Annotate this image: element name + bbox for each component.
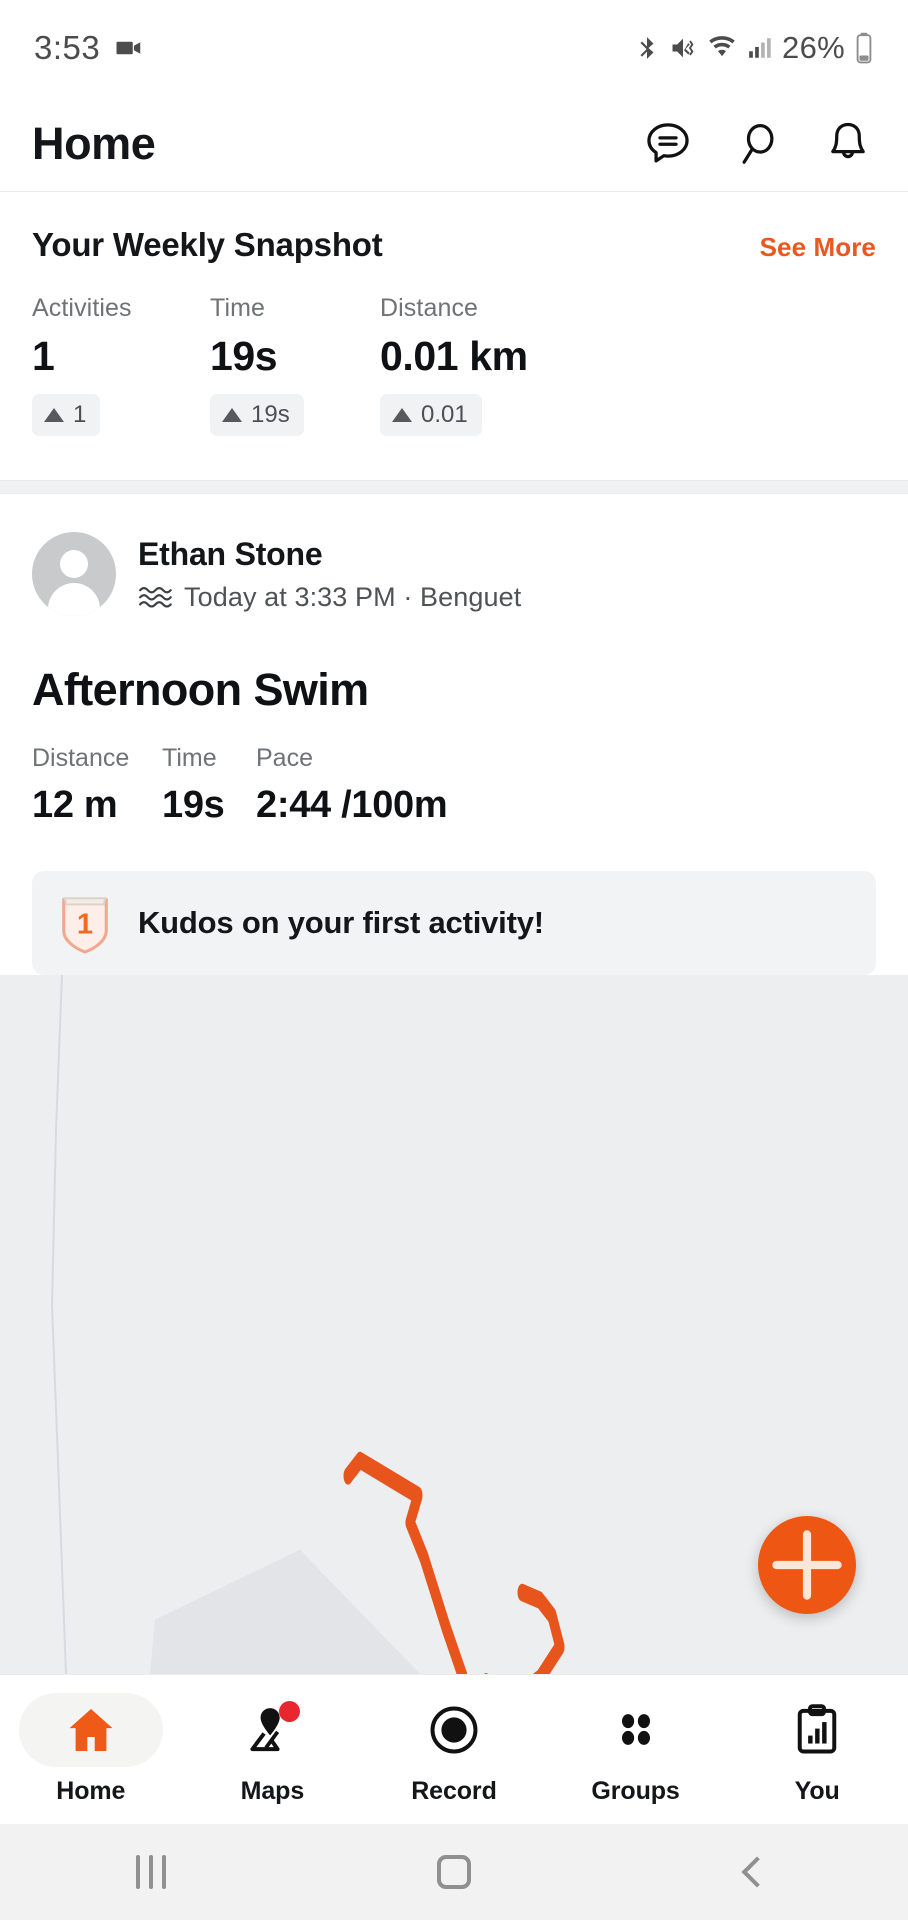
- messages-icon[interactable]: [642, 118, 694, 170]
- mute-vibrate-icon: [669, 33, 697, 63]
- trend-up-icon: [222, 408, 242, 422]
- android-recents-button[interactable]: [0, 1855, 303, 1889]
- page-title: Home: [32, 117, 156, 169]
- android-home-button[interactable]: [303, 1855, 606, 1889]
- record-circle-icon: [430, 1706, 478, 1754]
- snapshot-stat-value: 0.01 km: [380, 333, 528, 379]
- activity-stat-time: Time 19s: [162, 744, 256, 827]
- nav-label-you: You: [794, 1777, 840, 1805]
- home-icon: [69, 1709, 113, 1751]
- video-recording-icon: [114, 33, 144, 63]
- nav-icon-wrap-you: [745, 1693, 889, 1767]
- groups-dots-icon: [621, 1714, 650, 1745]
- activity-title[interactable]: Afternoon Swim: [0, 664, 908, 716]
- snapshot-stat-value: 1: [32, 333, 55, 379]
- trend-up-icon: [44, 408, 64, 422]
- snapshot-stat-delta-badge: 19s: [210, 394, 304, 436]
- android-back-button[interactable]: [605, 1856, 908, 1888]
- battery-icon: [854, 32, 874, 64]
- battery-percent-label: 26%: [782, 30, 845, 65]
- activity-stat-distance: Distance 12 m: [32, 744, 162, 827]
- notifications-bell-icon[interactable]: [822, 118, 874, 170]
- nav-item-home[interactable]: Home: [0, 1693, 182, 1806]
- svg-text:1: 1: [77, 909, 93, 941]
- activity-author-meta: Ethan Stone Today at 3:33 PM · Benguet: [138, 536, 521, 613]
- home-square-icon: [437, 1855, 471, 1889]
- nav-icon-wrap-record: [382, 1693, 526, 1767]
- activity-author[interactable]: Ethan Stone Today at 3:33 PM · Benguet: [0, 532, 908, 616]
- snapshot-stat-distance: Distance 0.01 km 0.01: [380, 294, 640, 436]
- app-screen: 3:53 26% Home Your Weekly Snapshot See M…: [0, 0, 908, 1920]
- nav-item-you[interactable]: You: [726, 1693, 908, 1806]
- snapshot-stat-time: Time 19s 19s: [210, 294, 380, 436]
- app-header-actions: [642, 118, 874, 170]
- snapshot-stat-label: Activities: [32, 294, 132, 322]
- activity-stat-label: Time: [162, 744, 217, 772]
- nav-label-maps: Maps: [240, 1777, 305, 1805]
- wifi-icon: [706, 33, 738, 63]
- activity-time-location: Today at 3:33 PM · Benguet: [184, 581, 522, 612]
- nav-icon-wrap-home: [18, 1693, 163, 1767]
- activity-stats: Distance 12 m Time 19s Pace 2:44 /100m: [0, 744, 908, 827]
- back-chevron-icon: [741, 1856, 773, 1888]
- activity-stat-value: 12 m: [32, 784, 118, 826]
- weekly-snapshot-stats: Activities 1 1 Time 19s 19s Distance 0.0…: [32, 294, 876, 436]
- nav-label-record: Record: [411, 1777, 497, 1805]
- nav-icon-wrap-groups: [564, 1693, 708, 1767]
- avatar-head: [60, 550, 88, 578]
- activity-stat-value: 2:44 /100m: [256, 784, 448, 826]
- app-header: Home: [0, 96, 908, 192]
- activity-author-name[interactable]: Ethan Stone: [138, 536, 521, 573]
- snapshot-stat-value: 19s: [210, 333, 278, 379]
- activity-card[interactable]: Ethan Stone Today at 3:33 PM · Benguet A…: [0, 494, 908, 975]
- activity-stat-label: Pace: [256, 744, 313, 772]
- bluetooth-icon: [634, 33, 660, 63]
- add-activity-fab[interactable]: [758, 1516, 856, 1614]
- status-bar: 3:53 26%: [0, 0, 908, 96]
- nav-label-groups: Groups: [591, 1777, 680, 1805]
- snapshot-stat-delta-badge: 0.01: [380, 394, 482, 436]
- snapshot-delta-value: 19s: [251, 401, 290, 428]
- you-clipboard-chart-icon: [797, 1704, 837, 1754]
- activity-stat-label: Distance: [32, 744, 130, 772]
- section-divider: [0, 480, 908, 494]
- avatar-body: [48, 583, 100, 616]
- weekly-snapshot-header: Your Weekly Snapshot See More: [32, 226, 876, 264]
- see-more-link[interactable]: See More: [760, 232, 876, 263]
- android-system-navbar: [0, 1824, 908, 1920]
- cellular-signal-icon: [747, 33, 773, 63]
- avatar[interactable]: [32, 532, 116, 616]
- bottom-navigation: Home Maps Record Groups You: [0, 1674, 908, 1824]
- trend-up-icon: [392, 408, 412, 422]
- snapshot-stat-label: Distance: [380, 294, 479, 322]
- recents-icon: [136, 1855, 167, 1889]
- status-bar-right: 26%: [634, 30, 874, 66]
- snapshot-delta-value: 0.01: [421, 401, 468, 428]
- status-bar-left: 3:53: [34, 29, 144, 67]
- activity-stat-pace: Pace 2:44 /100m: [256, 744, 448, 827]
- snapshot-delta-value: 1: [73, 401, 87, 428]
- kudos-banner[interactable]: 1 Kudos on your first activity!: [32, 871, 876, 975]
- plus-icon: [772, 1530, 842, 1600]
- snapshot-stat-activities: Activities 1 1: [32, 294, 210, 436]
- first-activity-badge-icon: 1: [56, 890, 114, 956]
- activity-submeta: Today at 3:33 PM · Benguet: [138, 582, 521, 613]
- status-bar-clock: 3:53: [34, 29, 101, 66]
- search-icon[interactable]: [732, 118, 784, 170]
- snapshot-stat-delta-badge: 1: [32, 394, 101, 436]
- activity-stat-value: 19s: [162, 784, 225, 826]
- nav-label-home: Home: [56, 1777, 126, 1805]
- swim-waves-icon: [138, 584, 172, 610]
- nav-item-maps[interactable]: Maps: [182, 1693, 364, 1806]
- nav-item-groups[interactable]: Groups: [545, 1693, 727, 1806]
- activity-map[interactable]: [0, 975, 908, 1674]
- nav-item-record[interactable]: Record: [363, 1693, 545, 1806]
- snapshot-stat-label: Time: [210, 294, 266, 322]
- kudos-message: Kudos on your first activity!: [138, 905, 544, 940]
- weekly-snapshot-card: Your Weekly Snapshot See More Activities…: [0, 192, 908, 480]
- nav-icon-wrap-maps: [200, 1693, 344, 1767]
- weekly-snapshot-title: Your Weekly Snapshot: [32, 226, 383, 263]
